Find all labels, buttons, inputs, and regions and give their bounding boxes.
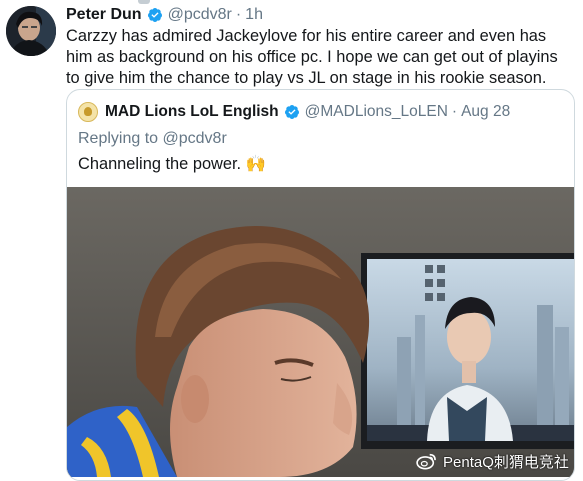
replying-to-handle[interactable]: @pcdv8r bbox=[163, 130, 227, 147]
author-name[interactable]: Peter Dun bbox=[66, 6, 142, 24]
quoted-tweet[interactable]: MAD Lions LoL English @MADLions_LoLEN · … bbox=[66, 89, 575, 481]
quoted-author-avatar bbox=[78, 102, 98, 122]
replying-to: Replying to @pcdv8r bbox=[78, 130, 227, 148]
tweet-time[interactable]: 1h bbox=[245, 6, 263, 24]
watermark-text: PentaQ刺猬电竞社 bbox=[443, 453, 569, 471]
quoted-tweet-photo[interactable] bbox=[67, 187, 574, 477]
quoted-tweet-text: Channeling the power. 🙌 bbox=[78, 155, 267, 173]
verified-icon bbox=[147, 8, 162, 22]
replying-prefix: Replying to bbox=[78, 130, 159, 147]
author-handle[interactable]: @pcdv8r bbox=[168, 6, 232, 24]
separator-dot: · bbox=[451, 103, 458, 120]
quoted-author-handle: @MADLions_LoLEN bbox=[304, 103, 448, 120]
separator-dot: · bbox=[235, 6, 242, 23]
weibo-icon bbox=[416, 453, 436, 470]
photo-image bbox=[67, 187, 574, 477]
quoted-tweet-header: MAD Lions LoL English @MADLions_LoLEN · … bbox=[78, 102, 510, 122]
quoted-author-name: MAD Lions LoL English bbox=[105, 103, 279, 120]
author-avatar[interactable] bbox=[6, 6, 56, 56]
verified-icon bbox=[284, 105, 299, 119]
quoted-tweet-date: Aug 28 bbox=[461, 103, 511, 120]
weibo-watermark: PentaQ刺猬电竞社 bbox=[416, 450, 569, 472]
tweet-text: Carzzy has admired Jackeylove for his en… bbox=[66, 27, 558, 87]
avatar-photo bbox=[6, 6, 56, 56]
tweet-header: Peter Dun @pcdv8r · 1h bbox=[66, 4, 263, 26]
